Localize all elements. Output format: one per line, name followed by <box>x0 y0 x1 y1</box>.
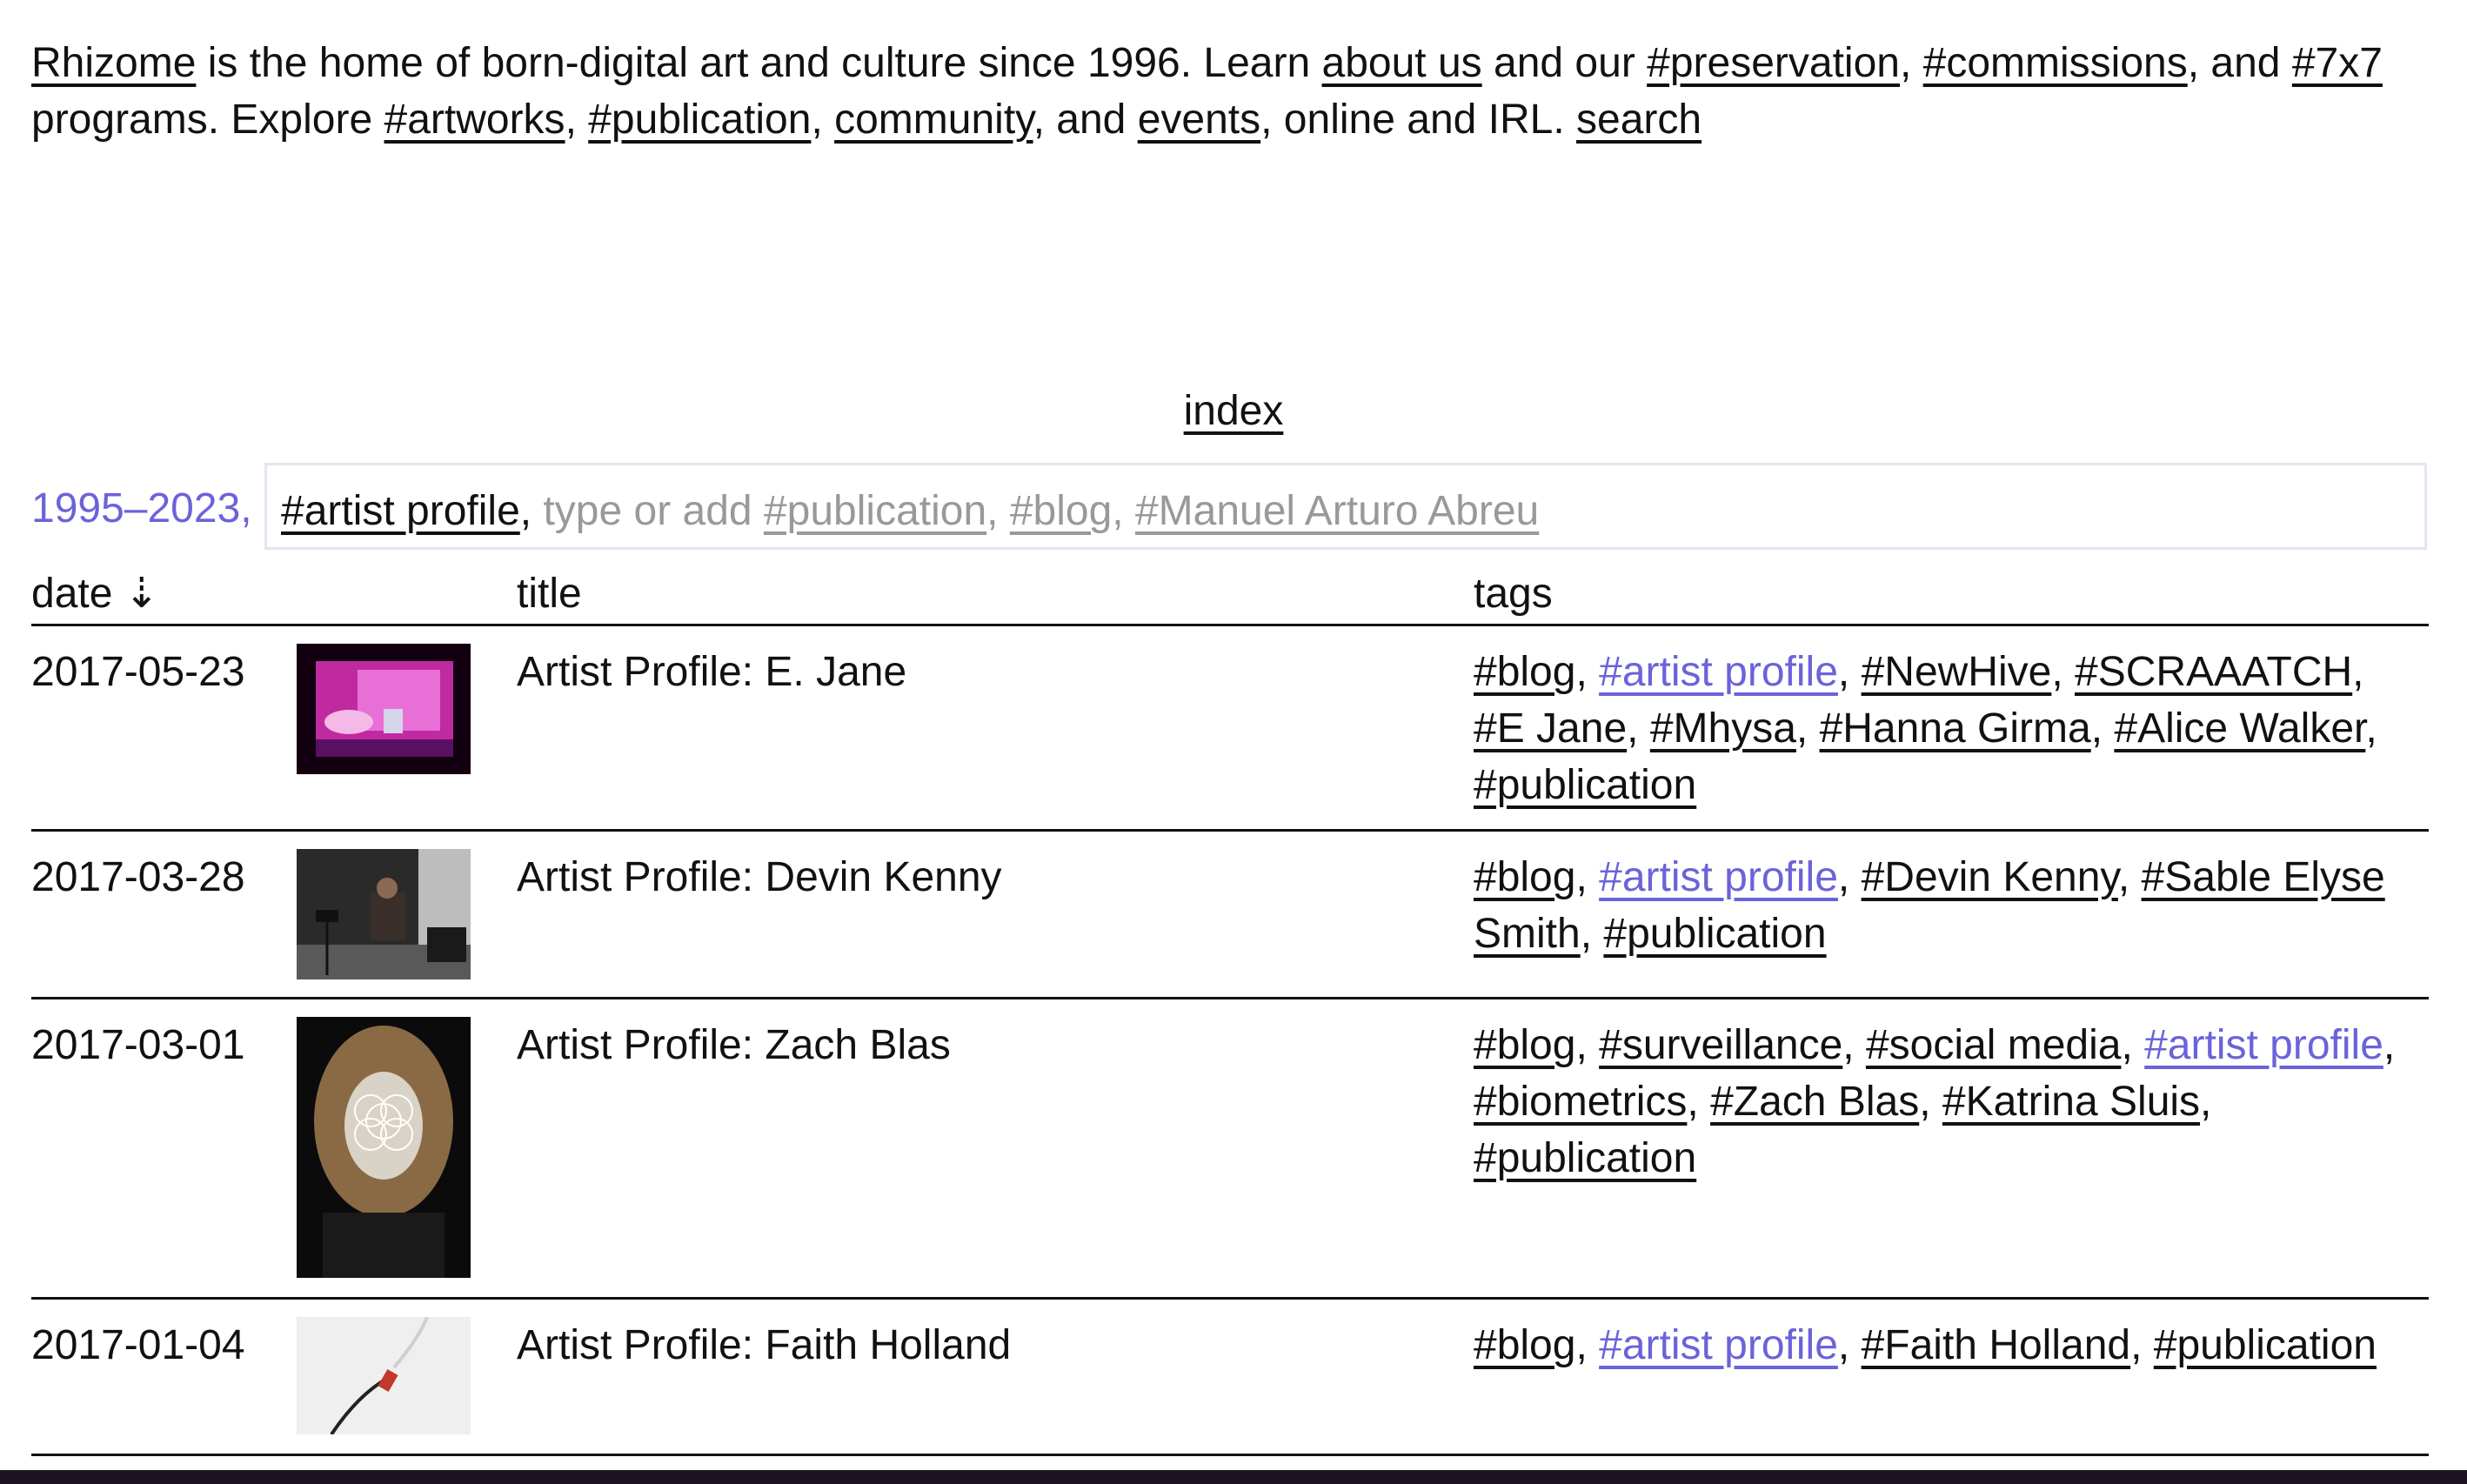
results-table: date ⇣ title tags 2017-05-23 Artist Prof… <box>31 565 2429 1456</box>
tag-link[interactable]: #social media <box>1866 1022 2121 1068</box>
tag-link[interactable]: #Zach Blas <box>1710 1079 1919 1125</box>
active-tag-artist-profile[interactable]: #artist profile <box>281 488 520 534</box>
suggestion-sep: , <box>1112 488 1135 534</box>
community-link[interactable]: community <box>834 97 1033 143</box>
row-title-link[interactable]: Artist Profile: Zach Blas <box>517 1017 951 1073</box>
tag-link[interactable]: #publication <box>1474 1135 1696 1181</box>
title-header: title <box>517 571 582 617</box>
intro-text-5: , and <box>1033 97 1138 143</box>
table-row[interactable]: 2017-05-23 Artist Profile: E. Jane #blog… <box>31 626 2429 832</box>
tags-header: tags <box>1474 571 1553 617</box>
tag-link-active[interactable]: #artist profile <box>2144 1022 2383 1068</box>
filter-bar: 1995–2023, #artist profile, type or add … <box>31 463 2429 553</box>
placeholder-text: type or add <box>543 488 764 534</box>
date-sort-header[interactable]: date ⇣ <box>31 565 159 622</box>
tag-link[interactable]: #Mhysa <box>1650 705 1796 752</box>
row-title-link[interactable]: Artist Profile: Faith Holland <box>517 1317 1011 1374</box>
seven-by-seven-link[interactable]: #7x7 <box>2292 40 2383 86</box>
artworks-link[interactable]: #artworks <box>384 97 565 143</box>
table-row[interactable]: 2017-01-04 Artist Profile: Faith Holland… <box>31 1300 2429 1456</box>
about-us-link[interactable]: about us <box>1322 40 1482 86</box>
table-row[interactable]: 2017-03-01 Artist Profile: Zach Blas #bl… <box>31 999 2429 1300</box>
tag-link[interactable]: #publication <box>1474 762 1696 808</box>
suggestion-blog[interactable]: #blog <box>1010 488 1112 534</box>
intro-sep-3: , <box>811 97 835 143</box>
tag-link[interactable]: #biometrics <box>1474 1079 1687 1125</box>
row-date: 2017-05-23 <box>31 649 245 695</box>
tag-link[interactable]: #blog <box>1474 1322 1575 1368</box>
row-date: 2017-03-28 <box>31 854 245 900</box>
tag-link[interactable]: #Devin Kenny <box>1862 854 2118 900</box>
publication-link[interactable]: #publication <box>588 97 811 143</box>
window-bottom-edge <box>0 1470 2467 1484</box>
intro-text-2: and our <box>1481 40 1648 86</box>
intro-text-6: , online and IRL. <box>1260 97 1577 143</box>
intro-sep-1: , <box>1899 40 1923 86</box>
table-header: date ⇣ title tags <box>31 565 2429 626</box>
commissions-link[interactable]: #commissions <box>1923 40 2188 86</box>
tag-link[interactable]: #publication <box>1603 911 1826 957</box>
thumbnail-image[interactable] <box>297 1317 471 1434</box>
tag-link-active[interactable]: #artist profile <box>1599 854 1838 900</box>
row-date: 2017-03-01 <box>31 1022 245 1068</box>
tag-link[interactable]: #blog <box>1474 1022 1575 1068</box>
tag-search-input[interactable]: #artist profile, type or add #publicatio… <box>264 463 2427 550</box>
tag-link[interactable]: #blog <box>1474 649 1575 695</box>
tag-link[interactable]: #E Jane <box>1474 705 1627 752</box>
suggestion-publication[interactable]: #publication <box>764 488 986 534</box>
row-date: 2017-01-04 <box>31 1322 245 1368</box>
events-link[interactable]: events <box>1138 97 1260 143</box>
rhizome-link[interactable]: Rhizome <box>31 40 196 86</box>
suggestion-sep: , <box>986 488 1010 534</box>
tag-link-active[interactable]: #artist profile <box>1599 649 1838 695</box>
row-tags: #blog, #artist profile, #NewHive, #SCRAA… <box>1474 649 2377 808</box>
search-link[interactable]: search <box>1576 97 1701 143</box>
suggestion-manuel-arturo-abreu[interactable]: #Manuel Arturo Abreu <box>1135 488 1539 534</box>
row-title-link[interactable]: Artist Profile: E. Jane <box>517 644 906 700</box>
row-tags: #blog, #artist profile, #Devin Kenny, #S… <box>1474 854 2385 957</box>
tag-link[interactable]: #surveillance <box>1599 1022 1842 1068</box>
intro-text-4: programs. Explore <box>31 97 384 143</box>
index-link[interactable]: index <box>1184 388 1284 434</box>
row-title-link[interactable]: Artist Profile: Devin Kenny <box>517 849 1002 906</box>
active-tag-sep: , <box>519 488 544 534</box>
site-intro: Rhizome is the home of born-digital art … <box>31 35 2441 148</box>
row-tags: #blog, #artist profile, #Faith Holland, … <box>1474 1322 2377 1368</box>
table-row[interactable]: 2017-03-28 Artist Profile: Devin Kenny #… <box>31 832 2429 999</box>
thumbnail-image[interactable] <box>297 644 471 774</box>
tag-link[interactable]: #Faith Holland <box>1862 1322 2131 1368</box>
thumbnail-image[interactable] <box>297 1017 471 1278</box>
intro-text-1: is the home of born-digital art and cult… <box>196 40 1322 86</box>
intro-text-3: , and <box>2187 40 2292 86</box>
thumbnail-image[interactable] <box>297 849 471 979</box>
tag-link[interactable]: #SCRAAATCH <box>2075 649 2352 695</box>
tag-link[interactable]: #blog <box>1474 854 1575 900</box>
index-heading: index <box>0 383 2467 439</box>
row-tags: #blog, #surveillance, #social media, #ar… <box>1474 1022 2396 1181</box>
tag-input-placeholder: type or add #publication, #blog, #Manuel… <box>543 488 1539 534</box>
date-range-filter[interactable]: 1995–2023, <box>31 480 252 537</box>
tag-link-active[interactable]: #artist profile <box>1599 1322 1838 1368</box>
preservation-link[interactable]: #preservation <box>1647 40 1900 86</box>
tag-link[interactable]: #Hanna Girma <box>1820 705 2091 752</box>
tag-link[interactable]: #Katrina Sluis <box>1942 1079 2200 1125</box>
tag-link[interactable]: #publication <box>2154 1322 2377 1368</box>
tag-link[interactable]: #Alice Walker <box>2114 705 2365 752</box>
tag-link[interactable]: #NewHive <box>1862 649 2052 695</box>
intro-sep-2: , <box>565 97 589 143</box>
